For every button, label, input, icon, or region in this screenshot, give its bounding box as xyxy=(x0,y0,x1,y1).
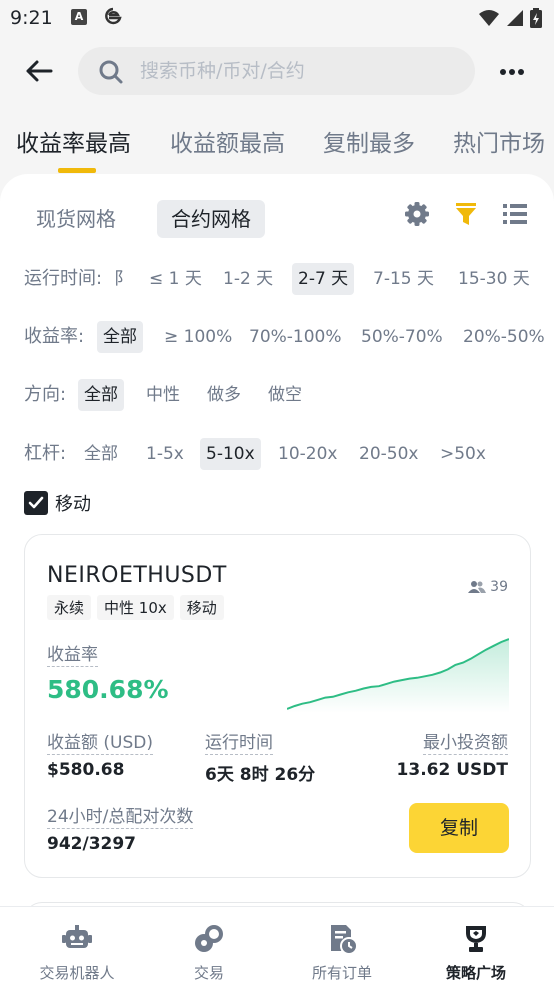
nav-strategy-plaza-label: 策略广场 xyxy=(445,964,506,982)
followers-count: 39 xyxy=(468,579,508,595)
card-symbol: NEIROETHUSDT xyxy=(47,563,227,588)
leverage-option[interactable]: 全部 xyxy=(78,438,124,470)
list-view-button[interactable] xyxy=(502,200,530,228)
nav-trade[interactable]: 交易 xyxy=(140,907,278,984)
followers-value: 39 xyxy=(490,579,508,595)
roi-option[interactable]: 50%-70% xyxy=(355,321,449,353)
active-tab-indicator xyxy=(58,168,96,173)
ranking-tabs: 收益率最高 收益额最高 复制最多 热门市场 xyxy=(0,108,554,176)
leverage-option[interactable]: >50x xyxy=(434,438,492,470)
more-dots-icon xyxy=(500,69,524,75)
tab-futures-grid[interactable]: 合约网格 xyxy=(157,200,265,238)
roi-value: 580.68% xyxy=(47,675,169,704)
wifi-icon xyxy=(479,10,499,26)
leverage-option[interactable]: 10-20x xyxy=(272,438,343,470)
card-tags: 永续 中性 10x 移动 xyxy=(47,595,224,620)
strategy-panel: 现货网格 合约网格 运行时间: 阝 ≤ 1 天 1-2 天 2-7 天 7-15… xyxy=(0,174,554,942)
robot-icon xyxy=(62,925,92,948)
nav-trading-bots-label: 交易机器人 xyxy=(39,964,115,982)
status-indicators xyxy=(478,8,542,28)
status-bar: 9:21 A xyxy=(0,0,554,36)
nav-trade-label: 交易 xyxy=(193,964,224,982)
filter-roi: 收益率: 全部 ≥ 100% 70%-100% 50%-70% 20%-50% xyxy=(0,321,554,355)
orders-icon xyxy=(331,925,358,955)
nav-all-orders-label: 所有订单 xyxy=(311,964,372,982)
tag-direction-leverage: 中性 10x xyxy=(97,595,174,620)
notification-a-icon: A xyxy=(71,9,87,25)
back-button[interactable] xyxy=(24,58,54,84)
runtime-value: 6天 8时 26分 xyxy=(205,765,316,785)
min-invest-value: 13.62 USDT xyxy=(396,760,508,780)
roi-option[interactable]: 20%-50% xyxy=(457,321,551,353)
filter-runtime: 运行时间: 阝 ≤ 1 天 1-2 天 2-7 天 7-15 天 15-30 天 xyxy=(0,263,554,297)
filter-runtime-label: 运行时间: xyxy=(24,268,103,289)
funnel-icon xyxy=(456,203,476,225)
runtime-option[interactable]: 1-2 天 xyxy=(217,263,279,295)
runtime-cut-option[interactable]: 阝 xyxy=(108,263,137,295)
roi-option[interactable]: 全部 xyxy=(97,321,143,353)
browser-e-icon xyxy=(103,6,123,31)
tab-hot-markets[interactable]: 热门市场 xyxy=(453,124,545,158)
settings-button[interactable] xyxy=(403,200,431,228)
tab-highest-roi[interactable]: 收益率最高 xyxy=(16,124,131,158)
tab-spot-grid[interactable]: 现货网格 xyxy=(22,200,130,238)
sparkline-area xyxy=(287,639,509,713)
list-icon xyxy=(503,204,527,224)
leverage-option[interactable]: 20-50x xyxy=(353,438,424,470)
status-time: 9:21 xyxy=(10,7,53,29)
filter-roi-label: 收益率: xyxy=(24,326,85,347)
search-bar[interactable] xyxy=(78,47,475,95)
matches-value: 942/3297 xyxy=(47,834,137,854)
runtime-option[interactable]: 15-30 天 xyxy=(452,263,536,295)
arrow-left-icon xyxy=(26,60,53,82)
signal-icon xyxy=(507,10,523,26)
tag-contract-type: 永续 xyxy=(47,595,92,620)
nav-strategy-plaza[interactable]: 策略广场 xyxy=(407,907,545,984)
gear-icon xyxy=(405,202,429,226)
runtime-option[interactable]: 2-7 天 xyxy=(292,263,355,295)
trade-icon xyxy=(195,925,223,952)
filter-leverage-label: 杠杆: xyxy=(24,443,67,464)
runtime-option[interactable]: 7-15 天 xyxy=(367,263,440,295)
leverage-option[interactable]: 5-10x xyxy=(200,438,261,470)
more-button[interactable] xyxy=(499,64,525,78)
roi-sparkline xyxy=(287,638,509,713)
direction-option[interactable]: 中性 xyxy=(140,379,186,411)
tag-trailing: 移动 xyxy=(179,595,224,620)
filter-direction: 方向: 全部 中性 做多 做空 xyxy=(0,379,554,413)
checkbox-checked-icon xyxy=(24,491,48,515)
roi-option[interactable]: ≥ 100% xyxy=(158,321,238,353)
pnl-value: $580.68 xyxy=(47,760,125,780)
min-invest-label: 最小投资额 xyxy=(423,728,508,755)
filter-leverage: 杠杆: 全部 1-5x 5-10x 10-20x 20-50x >50x xyxy=(0,438,554,472)
trophy-icon xyxy=(466,926,486,952)
filter-button[interactable] xyxy=(452,200,480,228)
strategy-card[interactable]: NEIROETHUSDT 39 永续 中性 10x 移动 收益率 580.68%… xyxy=(24,534,531,878)
users-icon xyxy=(468,581,487,593)
top-header xyxy=(0,36,554,108)
roi-option[interactable]: 70%-100% xyxy=(243,321,348,353)
runtime-option[interactable]: ≤ 1 天 xyxy=(143,263,208,295)
filter-direction-label: 方向: xyxy=(24,384,67,405)
trailing-checkbox[interactable]: 移动 xyxy=(24,490,91,516)
runtime-label: 运行时间 xyxy=(205,728,273,755)
matches-label: 24小时/总配对次数 xyxy=(47,802,194,829)
direction-option[interactable]: 全部 xyxy=(78,379,124,411)
nav-trading-bots[interactable]: 交易机器人 xyxy=(8,907,146,984)
copy-button[interactable]: 复制 xyxy=(409,803,509,853)
battery-icon xyxy=(530,8,542,28)
direction-option[interactable]: 做空 xyxy=(262,379,308,411)
direction-option[interactable]: 做多 xyxy=(201,379,247,411)
trailing-checkbox-label: 移动 xyxy=(55,494,91,515)
tab-most-copied[interactable]: 复制最多 xyxy=(323,124,415,158)
roi-label: 收益率 xyxy=(47,640,98,667)
search-icon xyxy=(99,60,123,84)
bottom-nav: 交易机器人 交易 所有订单 策略广场 xyxy=(0,906,554,984)
leverage-option[interactable]: 1-5x xyxy=(140,438,190,470)
search-input[interactable] xyxy=(140,47,460,95)
pnl-label: 收益额 (USD) xyxy=(47,728,153,755)
nav-all-orders[interactable]: 所有订单 xyxy=(273,907,411,984)
tab-highest-pnl[interactable]: 收益额最高 xyxy=(170,124,285,158)
